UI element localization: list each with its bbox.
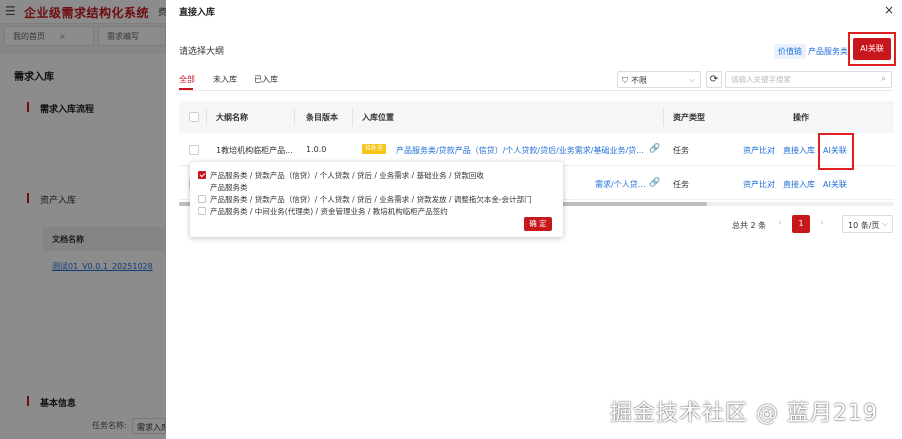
location-path[interactable]: 产品服务类/贷款产品（信贷）/个人贷款/贷后/业务需求/基础业务/贷... bbox=[396, 145, 652, 156]
tab-imported[interactable]: 已入库 bbox=[254, 74, 278, 85]
pagination-total: 总共 2 条 bbox=[732, 221, 767, 230]
link-icon[interactable]: 🔗 bbox=[649, 178, 660, 188]
close-icon[interactable]: × bbox=[884, 3, 894, 17]
confirm-button[interactable]: 确 定 bbox=[524, 217, 552, 231]
direct-import-button[interactable]: 直接入库 bbox=[783, 179, 815, 190]
chevron-down-icon: ⌵ bbox=[881, 219, 888, 228]
refresh-button[interactable]: ⟳ bbox=[706, 71, 722, 88]
column-header-location: 入库位置 bbox=[362, 113, 394, 122]
link-icon[interactable]: 🔗 bbox=[649, 144, 660, 154]
location-option[interactable]: 产品服务类 / 贷款产品（信贷）/ 个人贷款 / 贷后 / 业务需求 / 基础业… bbox=[198, 170, 484, 181]
chevron-right-icon[interactable]: › bbox=[820, 218, 824, 228]
location-option[interactable]: 产品服务类 / 中间业务(代理类) / 资金管理业务 / 教培机构临柜产品签约 bbox=[198, 206, 448, 217]
location-path[interactable]: 需求/个人贷款处理... bbox=[595, 179, 649, 190]
search-input[interactable] bbox=[731, 75, 871, 84]
tab-all[interactable]: 全部 bbox=[179, 74, 195, 85]
asset-compare-button[interactable]: 资产比对 bbox=[743, 179, 775, 190]
outline-name: 1教培机构临柜产品... bbox=[216, 146, 293, 155]
option-checkbox-checked[interactable] bbox=[198, 171, 206, 179]
page-size-value: 10 条/页 bbox=[848, 221, 880, 230]
location-option[interactable]: 产品服务类 bbox=[198, 182, 248, 193]
option-label: 产品服务类 / 贷款产品（信贷）/ 个人贷款 / 贷后 / 业务需求 / 贷款发… bbox=[210, 195, 532, 204]
search-icon[interactable]: ⌕ bbox=[881, 74, 886, 84]
refresh-icon: ⟳ bbox=[709, 74, 719, 85]
drawer-title: 直接入库 bbox=[179, 8, 216, 18]
option-label: 产品服务类 / 中间业务(代理类) / 资金管理业务 / 教培机构临柜产品签约 bbox=[210, 207, 448, 216]
location-select-popup: 产品服务类 / 贷款产品（信贷）/ 个人贷款 / 贷后 / 业务需求 / 基础业… bbox=[190, 162, 563, 237]
option-checkbox[interactable] bbox=[198, 195, 206, 203]
asset-type: 任务 bbox=[673, 180, 689, 189]
option-checkbox[interactable] bbox=[198, 207, 206, 215]
ai-link-row-highlight bbox=[818, 133, 854, 170]
ai-link-highlight: AI关联 bbox=[848, 32, 896, 66]
location-option[interactable]: 产品服务类 / 贷款产品（信贷）/ 个人贷款 / 贷后 / 业务需求 / 贷款发… bbox=[198, 194, 532, 205]
ai-link-row-button[interactable]: AI关联 bbox=[823, 179, 847, 190]
pagination-page-1[interactable]: 1 bbox=[792, 215, 810, 233]
filter-value: 不限 bbox=[631, 76, 647, 85]
direct-import-button[interactable]: 直接入库 bbox=[783, 145, 815, 156]
chevron-down-icon: ⌵ bbox=[688, 75, 695, 84]
product-service-button[interactable]: 产品服务类 bbox=[808, 46, 848, 57]
asset-compare-button[interactable]: 资产比对 bbox=[743, 145, 775, 156]
search-box: ⌕ bbox=[725, 71, 892, 88]
status-filter-select[interactable]: ⛉ 不限 ⌵ bbox=[617, 71, 701, 88]
status-badge: 待补充 bbox=[362, 144, 387, 154]
version: 1.0.0 bbox=[306, 145, 327, 154]
option-label: 产品服务类 / 贷款产品（信贷）/ 个人贷款 / 贷后 / 业务需求 / 基础业… bbox=[210, 171, 484, 180]
value-chain-button[interactable]: 价值链 bbox=[774, 44, 806, 59]
tab-divider bbox=[179, 90, 894, 91]
column-divider bbox=[206, 108, 207, 126]
table-header: 大纲名称 条目版本 入库位置 资产类型 操作 bbox=[179, 101, 894, 133]
option-label: 产品服务类 bbox=[210, 183, 248, 192]
column-divider bbox=[352, 108, 353, 126]
column-header-name: 大纲名称 bbox=[216, 113, 248, 122]
outline-select-label: 请选择大纲 bbox=[179, 47, 225, 57]
column-header-version: 条目版本 bbox=[306, 113, 338, 122]
column-divider bbox=[663, 108, 664, 126]
ai-link-button[interactable]: AI关联 bbox=[853, 38, 891, 60]
column-divider bbox=[294, 108, 295, 126]
column-header-ops: 操作 bbox=[793, 113, 809, 122]
select-all-checkbox[interactable] bbox=[189, 112, 199, 122]
watermark: 掘金技术社区 @ 蓝月219 bbox=[610, 401, 878, 426]
row-checkbox[interactable] bbox=[189, 145, 199, 155]
filter-icon: ⛉ bbox=[622, 76, 628, 85]
page-size-select[interactable]: 10 条/页 ⌵ bbox=[842, 215, 893, 233]
column-header-asset-type: 资产类型 bbox=[673, 113, 705, 122]
chevron-left-icon[interactable]: ‹ bbox=[778, 218, 782, 228]
asset-type: 任务 bbox=[673, 146, 689, 155]
tab-not-imported[interactable]: 未入库 bbox=[213, 74, 237, 85]
